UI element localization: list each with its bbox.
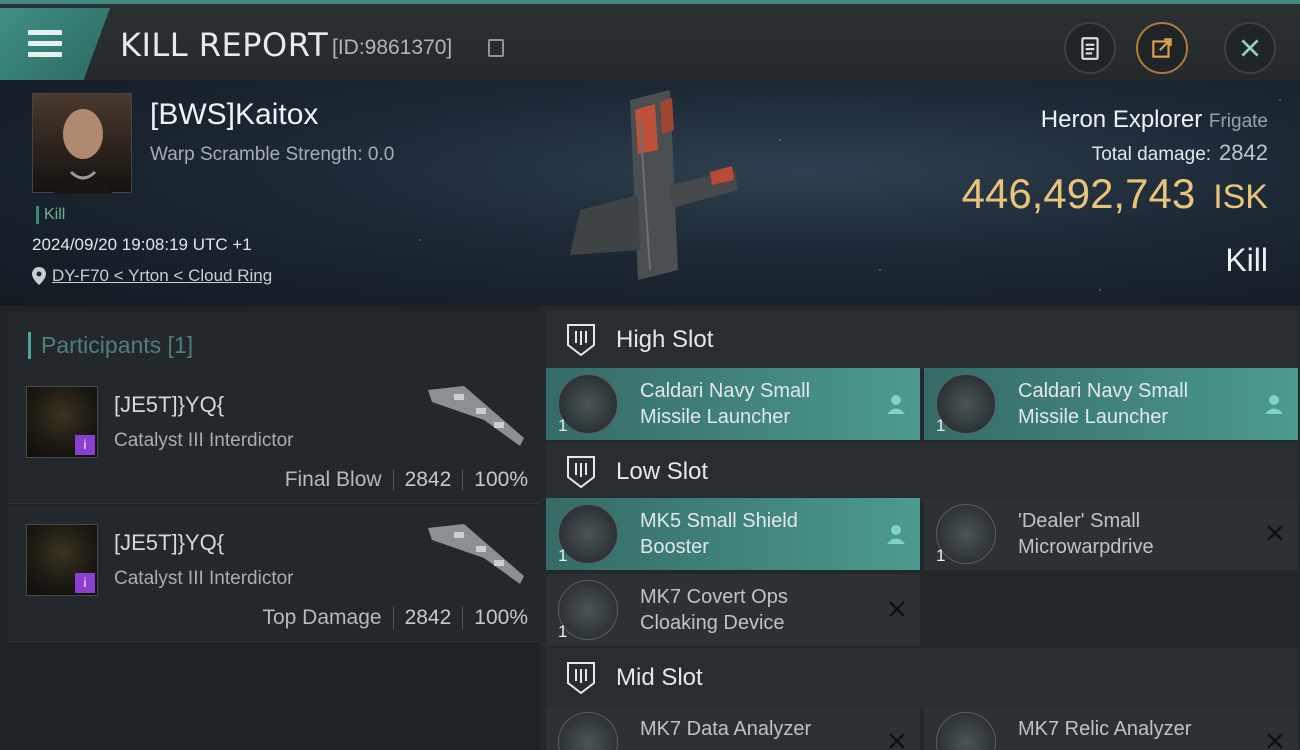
module-name: Caldari Navy Small Missile Launcher <box>640 380 811 428</box>
location-link[interactable]: DY-F70 < Yrton < Cloud Ring <box>52 266 272 286</box>
ship-name[interactable]: Heron Explorer Frigate <box>1041 106 1268 134</box>
participants-header: Participants [1] <box>8 312 540 372</box>
module-item[interactable]: 1 MK7 Covert Ops Cloaking Device <box>546 574 920 646</box>
ship-render <box>570 90 738 280</box>
victim-portrait[interactable] <box>32 93 132 194</box>
high-slot-header: High Slot <box>546 310 1298 370</box>
share-icon <box>1152 38 1172 58</box>
kill-id: [ID:9861370] <box>332 36 453 59</box>
page-title: KILL REPORT <box>120 26 329 64</box>
module-qty: 1 <box>558 622 568 641</box>
person-icon <box>887 525 905 544</box>
isk-amount: 446,492,743 <box>961 170 1196 217</box>
participant-avatar[interactable]: i <box>26 524 98 596</box>
module-item[interactable]: 1 'Dealer' Small Microwarpdrive <box>924 498 1298 570</box>
data-analyzer-icon <box>558 712 618 750</box>
participant-ship: Catalyst III Interdictor <box>114 430 294 451</box>
module-item[interactable]: 1 Caldari Navy Small Missile Launcher <box>924 368 1298 440</box>
module-item[interactable]: 1 MK7 Relic Analyzer <box>924 706 1298 750</box>
close-icon <box>1241 39 1259 57</box>
participant-name: [JE5T]}YQ{ <box>114 530 225 555</box>
victim-banner: [BWS]Kaitox Warp Scramble Strength: 0.0 … <box>0 80 1300 306</box>
isk-unit: ISK <box>1213 178 1268 216</box>
module-qty: 1 <box>936 546 946 565</box>
participant-role: Top Damage <box>262 606 382 629</box>
participant-damage: 2842 <box>404 468 452 491</box>
isk-value: 446,492,743 ISK <box>962 170 1268 218</box>
menu-icon <box>28 30 62 58</box>
participant-name: [JE5T]}YQ{ <box>114 392 225 417</box>
slot-icon <box>567 324 595 357</box>
result-label: Kill <box>1225 242 1268 278</box>
module-name: Caldari Navy Small Missile Launcher <box>1018 380 1189 428</box>
participant-damage: 2842 <box>404 606 452 629</box>
participant-stats: Top Damage 2842 100% <box>262 606 528 630</box>
pilot-portrait-image <box>53 109 113 194</box>
participant-ship-image <box>428 524 524 584</box>
participant-row[interactable]: i [JE5T]}YQ{ Catalyst III Interdictor Fi… <box>8 368 540 504</box>
slot-icon <box>567 662 595 695</box>
x-icon <box>889 733 905 749</box>
kill-tag: Kill <box>36 206 65 224</box>
warp-scramble-strength: Warp Scramble Strength: 0.0 <box>150 144 395 165</box>
module-item[interactable]: 1 Caldari Navy Small Missile Launcher <box>546 368 920 440</box>
person-icon <box>887 395 905 414</box>
participant-badge: i <box>75 435 95 455</box>
ship-name-text: Heron Explorer <box>1040 106 1203 133</box>
module-item[interactable]: 1 MK7 Data Analyzer <box>546 706 920 750</box>
module-qty: 1 <box>558 416 568 435</box>
clipboard-button[interactable] <box>1064 22 1116 74</box>
person-icon <box>1265 395 1283 414</box>
module-qty: 1 <box>936 416 946 435</box>
module-qty: 1 <box>558 546 568 565</box>
total-damage-label: Total damage: <box>1091 144 1212 165</box>
participant-stats: Final Blow 2842 100% <box>285 468 528 492</box>
module-name: MK7 Covert Ops Cloaking Device <box>640 586 788 634</box>
low-slot-label: Low Slot <box>616 458 709 485</box>
participant-percent: 100% <box>474 606 528 629</box>
kill-datetime: 2024/09/20 19:08:19 UTC +1 <box>32 235 252 254</box>
participant-avatar[interactable]: i <box>26 386 98 458</box>
module-name: MK7 Relic Analyzer <box>1018 718 1192 740</box>
clipboard-icon <box>1081 37 1099 60</box>
share-button[interactable] <box>1136 22 1188 74</box>
mid-slot-label: Mid Slot <box>616 664 703 691</box>
participant-percent: 100% <box>474 468 528 491</box>
high-slot-label: High Slot <box>616 326 714 353</box>
participant-badge: i <box>75 573 95 593</box>
low-slot-header: Low Slot <box>546 442 1298 502</box>
x-icon <box>889 601 905 617</box>
participant-role: Final Blow <box>284 468 382 491</box>
total-damage: Total damage: 2842 <box>1092 140 1268 166</box>
kill-location[interactable]: DY-F70 < Yrton < Cloud Ring <box>32 266 272 286</box>
close-button[interactable] <box>1224 22 1276 74</box>
module-name: 'Dealer' Small Microwarpdrive <box>1018 510 1154 558</box>
x-icon <box>1267 733 1283 749</box>
slot-icon <box>567 456 595 489</box>
ship-class: Frigate <box>1208 111 1268 132</box>
participant-row[interactable]: i [JE5T]}YQ{ Catalyst III Interdictor To… <box>8 506 540 642</box>
x-icon <box>1267 525 1283 541</box>
header-bar: KILL REPORT [ID:9861370] <box>0 0 1300 80</box>
relic-analyzer-icon <box>936 712 996 750</box>
participant-ship-image <box>428 386 524 446</box>
total-damage-value: 2842 <box>1219 140 1268 165</box>
module-name: MK7 Data Analyzer <box>640 718 812 740</box>
mid-slot-header: Mid Slot <box>546 648 1298 708</box>
victim-name[interactable]: [BWS]Kaitox <box>150 98 318 132</box>
menu-button[interactable] <box>0 8 110 80</box>
participants-title: Participants [1] <box>28 332 193 359</box>
module-name: MK5 Small Shield Booster <box>640 510 798 558</box>
participants-panel: Participants [1] i [JE5T]}YQ{ Catalyst I… <box>0 306 540 750</box>
module-item[interactable]: 1 MK5 Small Shield Booster <box>546 498 920 570</box>
pin-icon <box>32 267 46 285</box>
participant-ship: Catalyst III Interdictor <box>114 568 294 589</box>
copy-icon[interactable] <box>488 39 504 57</box>
fitting-panel: High Slot 1 Caldari Navy Small Missile L… <box>540 306 1300 750</box>
